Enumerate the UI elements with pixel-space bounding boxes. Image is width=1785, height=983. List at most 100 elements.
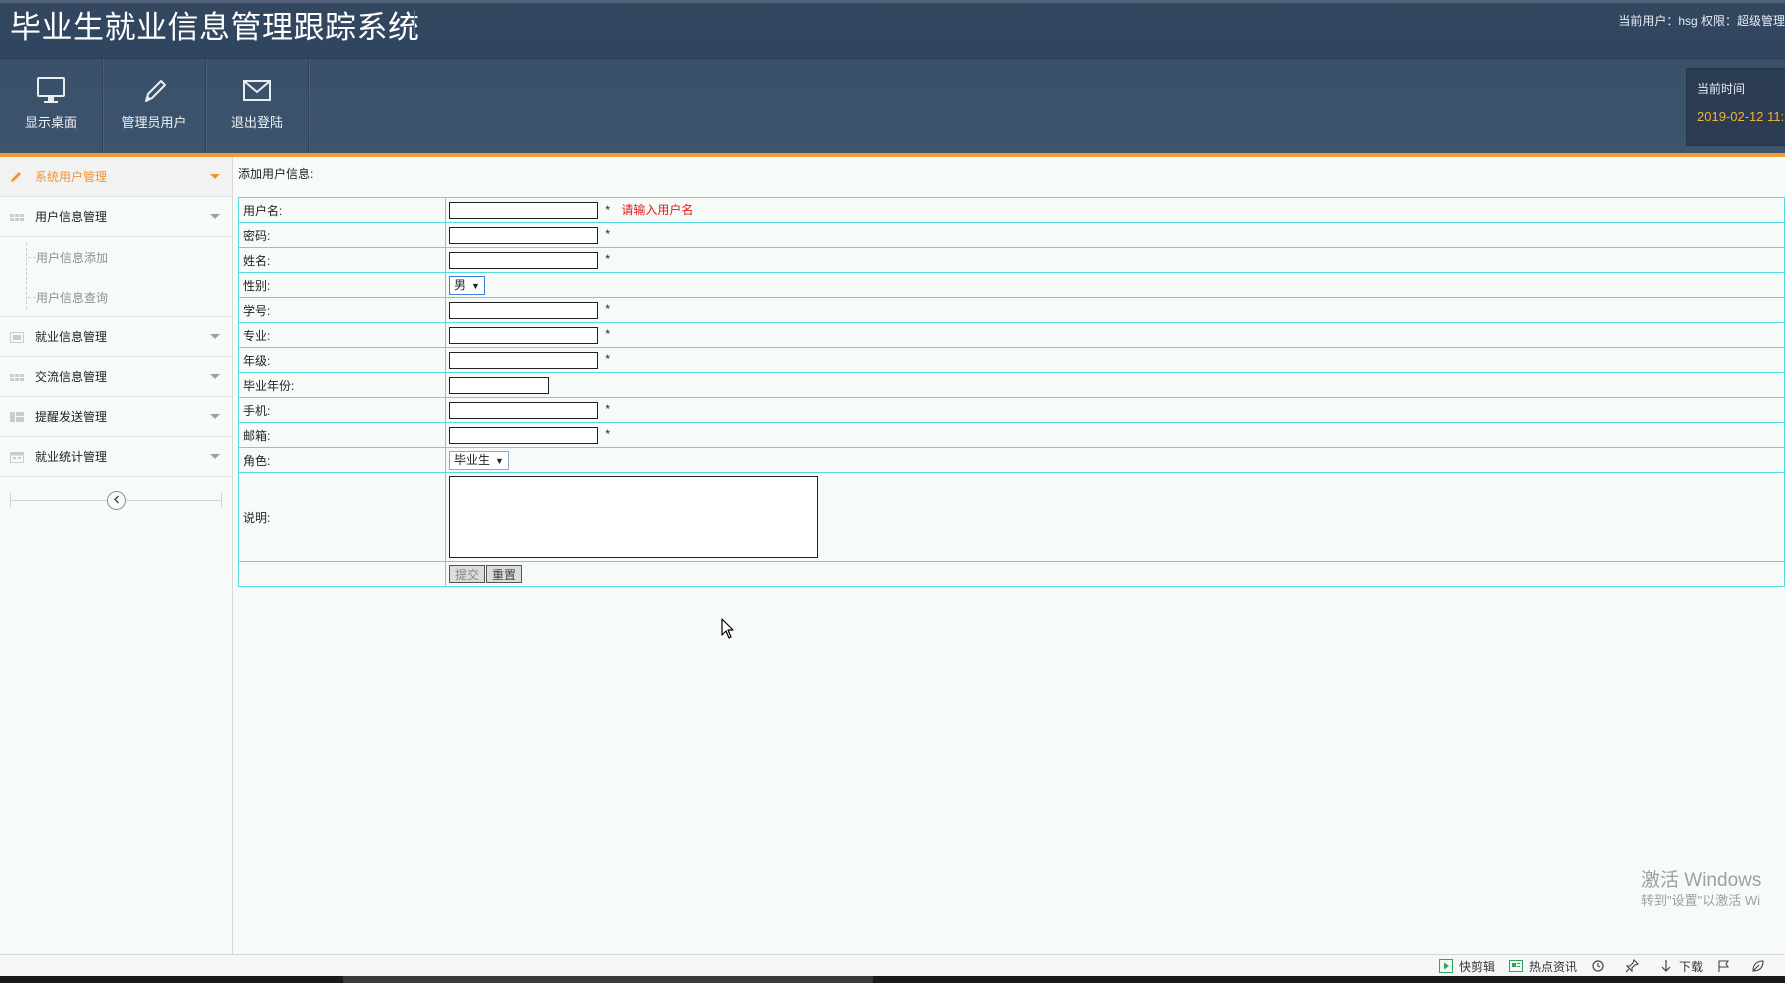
status-item-label: 快剪辑 xyxy=(1458,959,1495,974)
clock-label: 当前时间 xyxy=(1697,82,1746,96)
top-toolbar: 显示桌面 管理员用户 退出登陆 xyxy=(0,59,309,155)
grid-icon xyxy=(10,213,24,221)
chevron-down-icon xyxy=(210,374,220,379)
reset-button[interactable]: 重置 xyxy=(486,565,523,583)
collapse-sidebar-button[interactable] xyxy=(107,491,126,510)
current-user-info: 当前用户：hsg 权限：超级管理 xyxy=(1618,14,1785,28)
image-icon xyxy=(10,331,24,343)
pencil-icon xyxy=(11,171,21,182)
form-row-phone: 手机: * xyxy=(238,397,1785,423)
form-row-name: 姓名: * xyxy=(238,247,1785,273)
submenu-item-query-user[interactable]: 用户信息查询 xyxy=(0,277,232,317)
form-row-email: 邮箱: * xyxy=(238,422,1785,448)
grade-label: 年级: xyxy=(238,347,446,373)
sidebar-collapse-row xyxy=(0,477,232,525)
submenu-item-label: 用户信息查询 xyxy=(36,290,109,305)
collapse-divider-end xyxy=(10,493,11,507)
username-input[interactable] xyxy=(449,202,598,220)
leaf-icon xyxy=(1752,960,1764,972)
role-select-value: 毕业生 xyxy=(454,452,491,467)
chevron-down-icon xyxy=(210,454,220,459)
form-row-role: 角色: 毕业生 ▼ xyxy=(238,447,1785,473)
email-input[interactable] xyxy=(449,426,598,444)
status-download[interactable]: 下载 xyxy=(1659,958,1703,975)
status-item-label: 下载 xyxy=(1678,959,1703,974)
os-taskbar xyxy=(0,976,1785,983)
role-select[interactable]: 毕业生 ▼ xyxy=(449,450,509,470)
form-row-username: 用户名: * 请输入用户名 xyxy=(238,197,1785,223)
role-label: 角色: xyxy=(238,447,446,473)
show-desktop-button[interactable]: 显示桌面 xyxy=(0,59,103,155)
logout-button[interactable]: 退出登陆 xyxy=(206,59,309,155)
required-mark: * xyxy=(605,252,611,267)
required-mark: * xyxy=(605,202,611,217)
required-mark: * xyxy=(605,327,611,342)
news-icon xyxy=(1508,960,1523,972)
admin-user-button[interactable]: 管理员用户 xyxy=(103,59,206,155)
required-mark: * xyxy=(605,352,611,367)
title-divider xyxy=(414,10,415,34)
grade-input[interactable] xyxy=(449,351,598,369)
name-input[interactable] xyxy=(449,251,598,269)
add-user-form: 用户名: * 请输入用户名 密码: * 姓名: * 性别: 男 ▼ 学号: * … xyxy=(238,197,1785,587)
download-icon xyxy=(1661,960,1671,972)
major-label: 专业: xyxy=(238,322,446,348)
dropdown-arrow-icon: ▼ xyxy=(471,280,480,291)
status-quick-clip[interactable]: 快剪辑 xyxy=(1438,958,1495,975)
mouse-cursor-icon xyxy=(721,618,734,639)
sidebar-item-user-info[interactable]: 用户信息管理 xyxy=(0,197,232,237)
sidebar-item-communication-info[interactable]: 交流信息管理 xyxy=(0,357,232,397)
username-label: 用户名: xyxy=(238,197,446,223)
sidebar-item-system-users[interactable]: 系统用户管理 xyxy=(0,157,232,197)
note-textarea[interactable] xyxy=(449,476,818,558)
student-id-label: 学号: xyxy=(238,297,446,323)
phone-input[interactable] xyxy=(449,401,598,419)
app-title: 毕业生就业信息管理跟踪系统 xyxy=(10,10,420,45)
gender-label: 性别: xyxy=(238,272,446,298)
grad-year-input[interactable] xyxy=(449,376,549,394)
submenu-item-label: 用户信息添加 xyxy=(36,250,109,265)
note-label: 说明: xyxy=(238,472,446,562)
submit-button[interactable]: 提交 xyxy=(449,565,486,583)
submenu-item-add-user[interactable]: 用户信息添加 xyxy=(0,237,232,277)
pencil-icon xyxy=(145,80,166,102)
play-icon xyxy=(1438,959,1453,973)
sidebar-item-reminder[interactable]: 提醒发送管理 xyxy=(0,397,232,437)
status-refresh[interactable] xyxy=(1591,959,1611,973)
activation-watermark-subtitle: 转到"设置"以激活 Wi xyxy=(1641,893,1760,908)
gender-select[interactable]: 男 ▼ xyxy=(449,275,485,295)
logout-label: 退出登陆 xyxy=(230,115,283,130)
email-label: 邮箱: xyxy=(238,422,446,448)
password-input[interactable] xyxy=(449,226,598,244)
chevron-down-icon xyxy=(210,174,220,179)
sidebar: 系统用户管理 用户信息管理 用户信息添加 用户信息查询 就业信息管理 交流信息管… xyxy=(0,157,233,954)
flag-icon xyxy=(1718,960,1730,972)
form-row-note: 说明: xyxy=(238,472,1785,562)
sidebar-item-label: 提醒发送管理 xyxy=(35,410,108,424)
pin-icon xyxy=(1625,959,1639,973)
required-mark: * xyxy=(605,302,611,317)
status-leaf[interactable] xyxy=(1751,959,1771,973)
sidebar-item-label: 用户信息管理 xyxy=(35,210,108,224)
chevron-left-icon xyxy=(113,495,119,504)
actions-label-cell xyxy=(238,561,446,587)
sidebar-item-employment-info[interactable]: 就业信息管理 xyxy=(0,317,232,357)
status-pin[interactable] xyxy=(1625,959,1645,973)
top-header: 毕业生就业信息管理跟踪系统 当前用户：hsg 权限：超级管理 显示桌面 管理员用… xyxy=(0,0,1785,155)
submenu-guide-line xyxy=(26,243,27,309)
monitor-icon xyxy=(37,77,65,103)
status-hot-news[interactable]: 热点资讯 xyxy=(1508,958,1577,975)
grad-year-label: 毕业年份: xyxy=(238,372,446,398)
layout-icon xyxy=(10,411,24,422)
form-row-major: 专业: * xyxy=(238,322,1785,348)
status-flag[interactable] xyxy=(1717,959,1737,973)
phone-label: 手机: xyxy=(238,397,446,423)
sidebar-item-label: 系统用户管理 xyxy=(35,170,108,184)
grid-icon xyxy=(10,373,24,381)
user-info-submenu: 用户信息添加 用户信息查询 xyxy=(0,237,232,317)
major-input[interactable] xyxy=(449,326,598,344)
student-id-input[interactable] xyxy=(449,301,598,319)
sidebar-item-statistics[interactable]: 就业统计管理 xyxy=(0,437,232,477)
form-row-grad-year: 毕业年份: xyxy=(238,372,1785,398)
main-content: 添加用户信息: 用户名: * 请输入用户名 密码: * 姓名: * 性别: 男 … xyxy=(233,157,1785,954)
